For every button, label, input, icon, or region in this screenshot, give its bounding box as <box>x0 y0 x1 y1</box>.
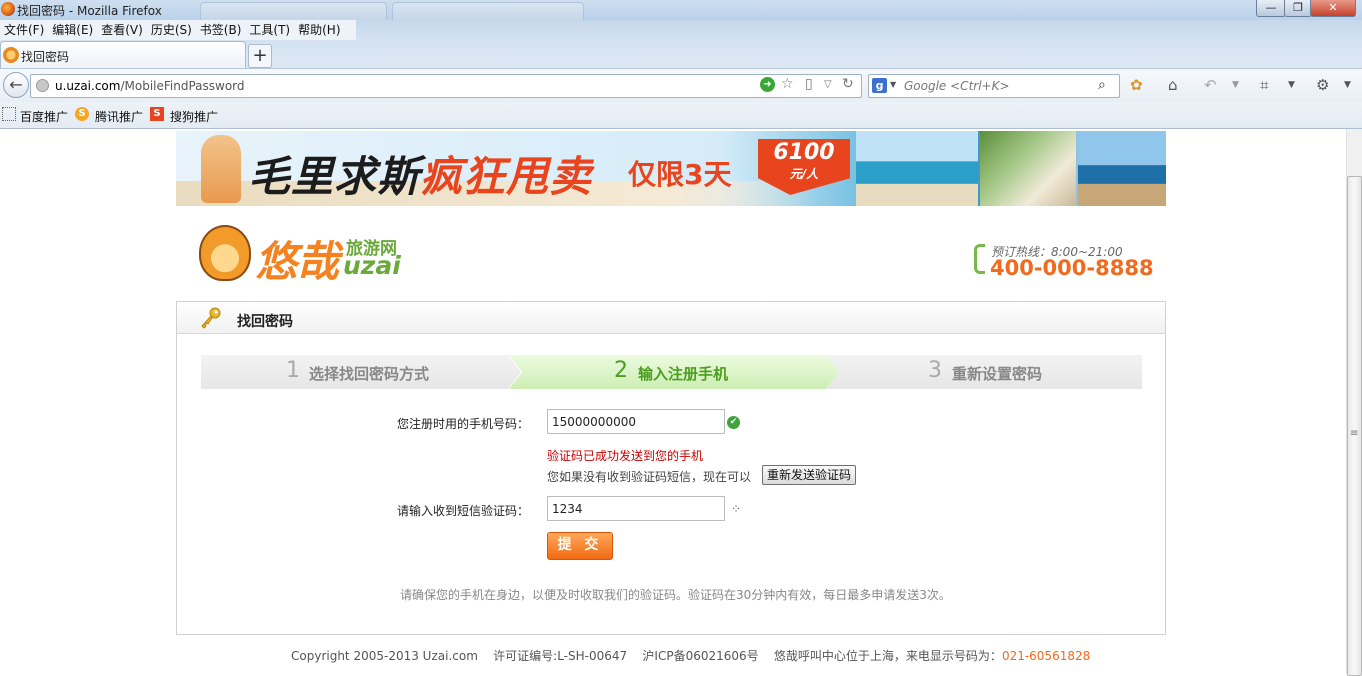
addon-icon[interactable]: ✿ <box>1130 76 1143 94</box>
panel-header <box>177 302 1165 334</box>
titlebar-extension <box>356 20 1362 40</box>
close-window-button[interactable]: ✕ <box>1310 0 1356 17</box>
menu-file[interactable]: 文件(F) <box>0 20 48 40</box>
search-box[interactable]: g ▼ Google <Ctrl+K> ⌕ <box>868 74 1120 98</box>
page-footer: Copyright 2005-2013 Uzai.com 许可证编号:L-SH-… <box>291 647 1090 664</box>
new-tab-button[interactable]: + <box>248 44 272 68</box>
sogou-s-icon: S <box>150 107 164 121</box>
url-domain: u.uzai.com <box>55 79 121 93</box>
tiger-logo-icon[interactable] <box>199 225 251 281</box>
menu-view[interactable]: 查看(V) <box>97 20 147 40</box>
check-icon: ✔ <box>727 416 740 429</box>
engine-dropdown-icon[interactable]: ▼ <box>890 80 896 89</box>
reload-icon[interactable]: ↻ <box>842 76 854 92</box>
bookmark-star-icon[interactable]: ☆ <box>781 76 794 92</box>
menu-dropdown-icon[interactable]: ▼ <box>1344 80 1351 90</box>
hotline-number: 400-000-8888 <box>990 256 1154 280</box>
mobile-device-icon[interactable]: ▯ <box>805 76 813 92</box>
banner-price-unit: 元/人 <box>789 167 819 181</box>
footer-callcenter: 悠哉呼叫中心位于上海，来电显示号码为： <box>773 649 1002 663</box>
step-2-label: 输入注册手机 <box>638 365 729 383</box>
home-icon[interactable]: ⌂ <box>1168 76 1178 94</box>
url-bar[interactable]: u.uzai.com/MobileFindPassword <box>30 74 862 98</box>
resend-code-button[interactable]: 重新发送验证码 <box>762 465 857 485</box>
search-placeholder: Google <Ctrl+K> <box>904 79 1010 93</box>
scroll-grip-icon: ≡ <box>1350 428 1359 439</box>
code-sent-message: 验证码已成功发送到您的手机 <box>547 449 704 463</box>
banner-price: 6100 <box>773 140 835 165</box>
url-path: /MobileFindPassword <box>120 79 245 93</box>
step-1-number: 1 <box>286 358 300 383</box>
firefox-logo-icon <box>1 2 15 16</box>
tencent-s-icon: S <box>75 107 89 121</box>
menu-bookmarks[interactable]: 书签(B) <box>196 20 246 40</box>
menu-bar: 文件(F) 编辑(E) 查看(V) 历史(S) 书签(B) 工具(T) 帮助(H) <box>0 20 356 41</box>
footer-icp[interactable]: 沪ICP备06021606号 <box>642 649 758 663</box>
bookmark-tencent[interactable]: 腾讯推广 <box>95 108 143 125</box>
url-text[interactable]: u.uzai.com/MobileFindPassword <box>55 79 245 93</box>
beach-people-image <box>201 135 241 203</box>
verification-note: 请确保您的手机在身边，以便及时收取我们的验证码。验证码在30分钟内有效，每日最多… <box>400 588 951 602</box>
pool-photo <box>1078 131 1166 206</box>
panel-title: 找回密码 <box>237 314 293 330</box>
resort-photo <box>980 131 1076 206</box>
island-photo <box>856 131 978 206</box>
tab-find-password[interactable]: 找回密码 <box>0 41 246 69</box>
step-1-label: 选择找回密码方式 <box>309 365 430 383</box>
logo-name[interactable]: 悠哉 <box>255 228 339 289</box>
phone-label: 您注册时用的手机号码： <box>397 417 530 431</box>
minimize-button[interactable]: — <box>1256 0 1286 17</box>
dropdown-arrow-icon[interactable]: ▽ <box>824 79 832 90</box>
menu-tools[interactable]: 工具(T) <box>245 20 294 40</box>
logo-english: uzai <box>343 251 401 280</box>
step-3-label: 重新设置密码 <box>952 365 1043 383</box>
banner-limit: 仅限3天 <box>628 158 732 191</box>
key-icon <box>201 307 221 329</box>
menu-edit[interactable]: 编辑(E) <box>48 20 97 40</box>
promo-banner[interactable]: 毛里求斯疯狂甩卖 仅限3天 6100 元/人 <box>176 131 1166 206</box>
banner-title-a: 毛里求斯 <box>248 152 421 201</box>
step-2-number: 2 <box>614 358 628 383</box>
window-title: 找回密码 - Mozilla Firefox <box>17 4 162 18</box>
tools-icon[interactable]: ⚙ <box>1316 76 1329 94</box>
banner-title-b: 疯狂甩卖 <box>420 152 593 201</box>
go-arrow-icon[interactable]: ➜ <box>760 77 775 92</box>
background-tab[interactable] <box>200 2 387 21</box>
search-icon[interactable]: ⌕ <box>1098 77 1106 93</box>
footer-copyright: Copyright 2005-2013 Uzai.com <box>291 649 478 663</box>
undo-icon[interactable]: ↶ <box>1204 76 1217 94</box>
dotted-page-icon <box>2 107 16 121</box>
maximize-button[interactable]: ❐ <box>1284 0 1312 17</box>
background-tab[interactable] <box>392 2 584 21</box>
tiger-favicon-icon <box>3 47 19 63</box>
tab-label: 找回密码 <box>21 50 70 64</box>
code-label: 请输入收到短信验证码： <box>397 504 530 518</box>
globe-icon <box>36 79 49 92</box>
bookmark-baidu[interactable]: 百度推广 <box>20 108 68 125</box>
crop-icon[interactable]: ⌗ <box>1260 76 1268 94</box>
step-3-number: 3 <box>928 358 942 383</box>
code-input[interactable] <box>547 496 725 521</box>
menu-help[interactable]: 帮助(H) <box>294 20 344 40</box>
back-arrow-icon[interactable]: ← <box>3 72 29 98</box>
google-engine-icon[interactable]: g <box>872 78 887 93</box>
banner-headline: 毛里求斯疯狂甩卖 <box>248 143 592 204</box>
crop-dropdown-icon[interactable]: ▼ <box>1288 80 1295 90</box>
bookmark-sogou[interactable]: 搜狗推广 <box>170 108 218 125</box>
footer-tel: 021-60561828 <box>1001 649 1091 663</box>
resend-hint: 您如果没有收到验证码短信，现在可以 <box>547 470 752 484</box>
undo-dropdown-icon[interactable]: ▼ <box>1232 80 1239 90</box>
phone-input[interactable] <box>547 409 725 434</box>
footer-license: 许可证编号:L-SH-00647 <box>493 649 628 663</box>
menu-history[interactable]: 历史(S) <box>147 20 196 40</box>
scrollbar-thumb[interactable] <box>1347 176 1362 676</box>
phone-icon <box>974 244 985 274</box>
loading-spinner-icon: ⁘ <box>731 502 742 516</box>
submit-button[interactable]: 提 交 <box>547 532 613 560</box>
